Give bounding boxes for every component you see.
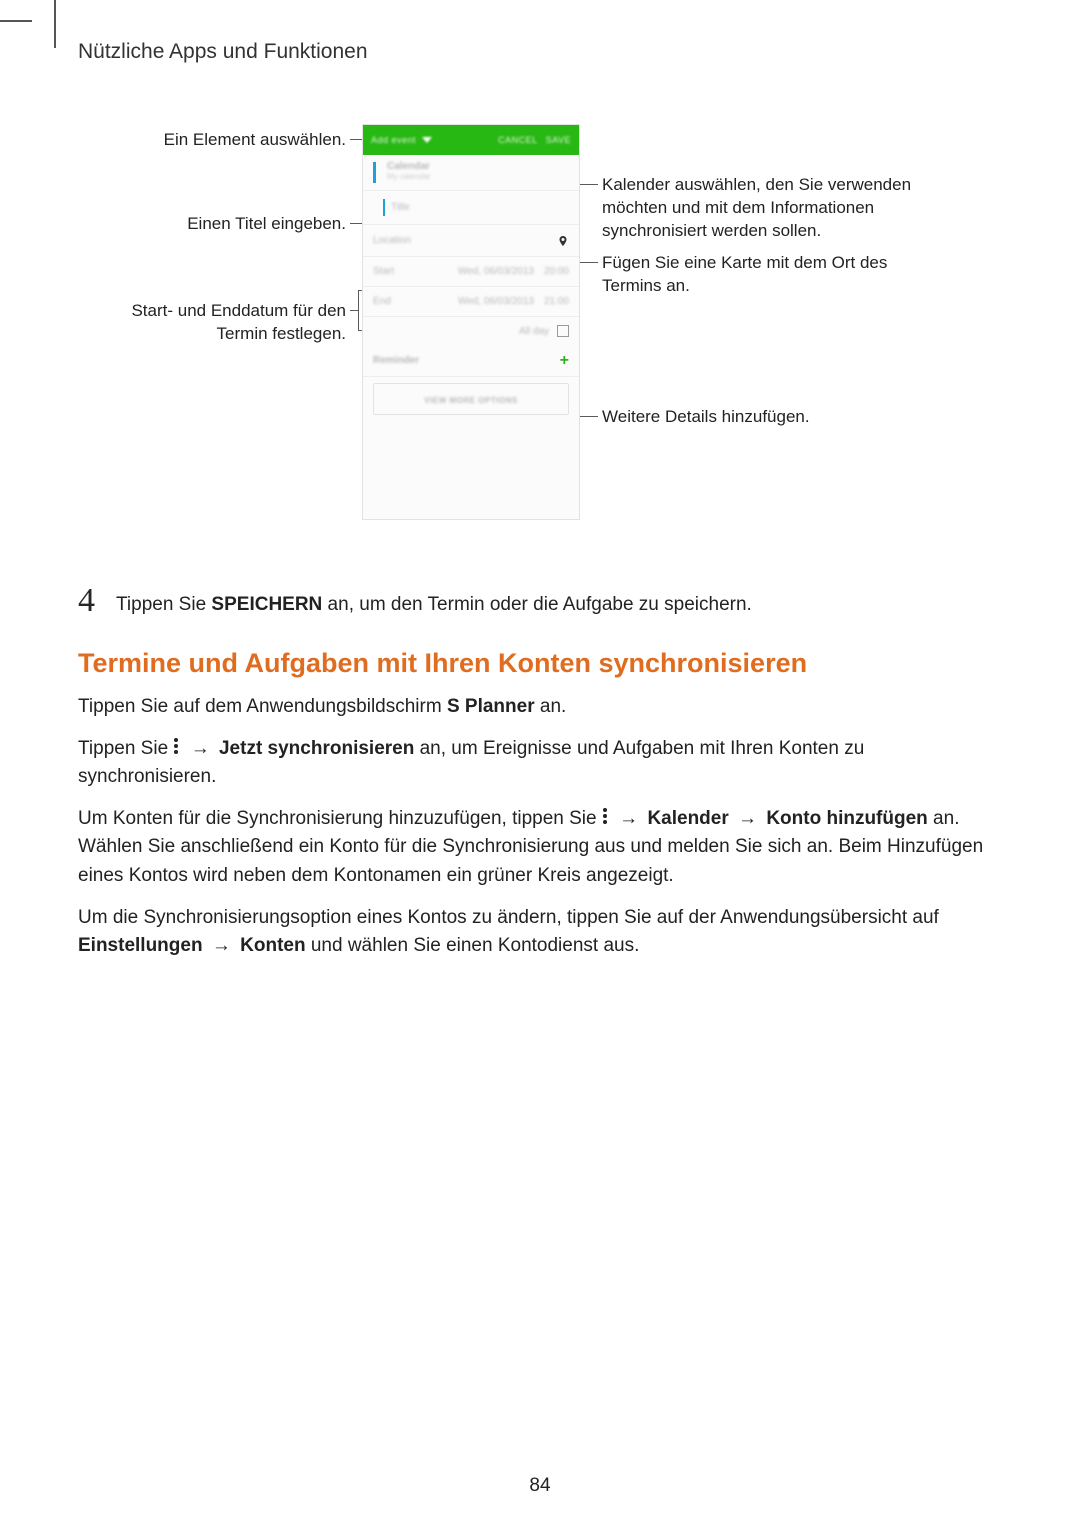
text-bold: Einstellungen — [78, 935, 203, 956]
leader-line — [578, 262, 598, 263]
page-content: Nützliche Apps und Funktionen Ein Elemen… — [0, 0, 1080, 960]
row-end: End Wed, 06/03/2013 21:00 — [363, 287, 579, 317]
cancel-button: CANCEL — [498, 135, 538, 145]
save-button: SAVE — [546, 135, 571, 145]
row-reminder: Reminder + — [363, 345, 579, 377]
end-label: End — [373, 296, 391, 307]
text: an, um den Termin oder die Aufgabe zu sp… — [322, 594, 752, 615]
chapter-title: Nützliche Apps und Funktionen — [78, 40, 1002, 64]
reminder-label: Reminder — [373, 355, 419, 366]
row-location: Location — [363, 225, 579, 257]
text-bold: Konten — [240, 935, 305, 956]
callout-select-element: Ein Element auswählen. — [78, 129, 346, 152]
title-placeholder: Title — [391, 202, 410, 213]
callout-enter-title: Einen Titel eingeben. — [78, 213, 346, 236]
more-options-label: VIEW MORE OPTIONS — [424, 396, 517, 405]
calendar-sub: My calendar — [387, 172, 569, 181]
phone-header: Add event CANCEL SAVE — [363, 125, 579, 155]
callout-more-details: Weitere Details hinzufügen. — [602, 406, 942, 429]
text-bold: SPEICHERN — [211, 594, 322, 615]
text: Um Konten für die Synchronisierung hinzu… — [78, 808, 602, 829]
bracket — [358, 290, 359, 330]
crop-mark-vertical — [54, 0, 56, 48]
row-title: Title — [363, 191, 579, 225]
phone-mockup: Add event CANCEL SAVE Calendar My calend… — [362, 124, 580, 520]
leader-line — [578, 184, 598, 185]
calendar-label: Calendar — [387, 161, 569, 172]
calendar-color-bar — [373, 162, 376, 183]
text: Tippen Sie — [116, 594, 211, 615]
text-bold: Kalender — [647, 808, 728, 829]
header-dropdown-label: Add event — [371, 135, 416, 145]
text-bold: Jetzt synchronisieren — [219, 738, 414, 759]
text-bold: S Planner — [447, 696, 535, 717]
more-options-icon — [174, 738, 178, 756]
text: Tippen Sie auf dem Anwendungsbildschirm — [78, 696, 447, 717]
paragraph-1: Tippen Sie auf dem Anwendungsbildschirm … — [78, 693, 1002, 721]
row-start: Start Wed, 06/03/2013 20:00 — [363, 257, 579, 287]
text-bold: Konto hinzufügen — [766, 808, 927, 829]
section-heading: Termine und Aufgaben mit Ihren Konten sy… — [78, 648, 1002, 679]
text: und wählen Sie einen Kontodienst aus. — [306, 935, 640, 956]
row-more-options: VIEW MORE OPTIONS — [373, 383, 569, 415]
leader-line — [350, 310, 358, 311]
crop-mark-horizontal — [0, 20, 32, 22]
callout-set-dates: Start- und Enddatum für den Termin festl… — [78, 300, 346, 346]
row-calendar: Calendar My calendar — [363, 155, 579, 191]
callout-add-map: Fügen Sie eine Karte mit dem Ort des Ter… — [602, 252, 942, 298]
plus-icon: + — [560, 352, 569, 370]
callout-select-calendar: Kalender auswählen, den Sie verwenden mö… — [602, 174, 942, 243]
all-day-label: All day — [519, 326, 549, 337]
step-text: Tippen Sie SPEICHERN an, um den Termin o… — [116, 584, 752, 618]
start-time: 20:00 — [544, 266, 569, 277]
start-label: Start — [373, 266, 394, 277]
end-time: 21:00 — [544, 296, 569, 307]
row-all-day: All day — [363, 317, 579, 345]
chevron-down-icon — [422, 137, 432, 143]
more-options-icon — [603, 808, 607, 826]
arrow-icon: → — [738, 808, 757, 829]
text-cursor — [383, 199, 385, 216]
step-4: 4 Tippen Sie SPEICHERN an, um den Termin… — [78, 584, 1002, 618]
text: Tippen Sie — [78, 738, 173, 759]
paragraph-3: Um Konten für die Synchronisierung hinzu… — [78, 805, 1002, 889]
page-number: 84 — [0, 1475, 1080, 1497]
paragraph-2: Tippen Sie → Jetzt synchronisieren an, u… — [78, 735, 1002, 791]
end-date: Wed, 06/03/2013 — [458, 296, 534, 307]
location-pin-icon — [557, 235, 569, 247]
arrow-icon: → — [191, 738, 210, 759]
location-placeholder: Location — [373, 235, 411, 246]
paragraph-4: Um die Synchronisierungsoption eines Kon… — [78, 904, 1002, 960]
checkbox-icon — [557, 325, 569, 337]
arrow-icon: → — [619, 808, 638, 829]
arrow-icon: → — [212, 935, 231, 956]
start-date: Wed, 06/03/2013 — [458, 266, 534, 277]
step-number: 4 — [78, 584, 102, 618]
text: Um die Synchronisierungsoption eines Kon… — [78, 907, 939, 928]
text: an. — [535, 696, 567, 717]
annotated-screenshot: Ein Element auswählen. Einen Titel einge… — [78, 124, 1002, 544]
